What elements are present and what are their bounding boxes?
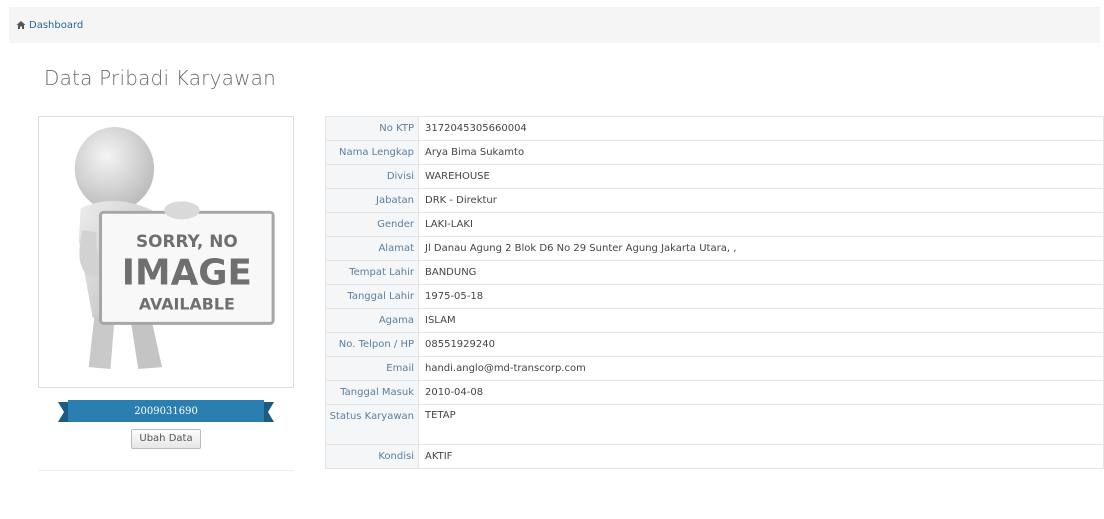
detail-label: Kondisi [325, 444, 419, 469]
employee-details-table: No KTP 3172045305660004 Nama Lengkap Ary… [325, 116, 1104, 469]
detail-label: Nama Lengkap [325, 140, 419, 165]
table-row: Gender LAKI-LAKI [325, 212, 1104, 237]
detail-label: Gender [325, 212, 419, 237]
detail-value: 08551929240 [418, 332, 1104, 357]
table-row: Nama Lengkap Arya Bima Sukamto [325, 140, 1104, 165]
page-title: Data Pribadi Karyawan [44, 66, 276, 90]
detail-label: Tempat Lahir [325, 260, 419, 285]
detail-label: Agama [325, 308, 419, 333]
detail-value: LAKI-LAKI [418, 212, 1104, 237]
table-row: No. Telpon / HP 08551929240 [325, 332, 1104, 357]
table-row: Tempat Lahir BANDUNG [325, 260, 1104, 285]
table-row: Agama ISLAM [325, 308, 1104, 333]
edit-data-button[interactable]: Ubah Data [131, 429, 201, 449]
detail-value: BANDUNG [418, 260, 1104, 285]
detail-value: TETAP [418, 404, 1104, 445]
detail-label: Jabatan [325, 188, 419, 213]
detail-value: handi.anglo@md-transcorp.com [418, 356, 1104, 381]
breadcrumb-dashboard-link[interactable]: Dashboard [29, 20, 83, 31]
detail-value: WAREHOUSE [418, 164, 1104, 189]
breadcrumb: Dashboard [9, 7, 1100, 43]
table-row: Tanggal Lahir 1975-05-18 [325, 284, 1104, 309]
table-row: Kondisi AKTIF [325, 444, 1104, 469]
detail-label: Alamat [325, 236, 419, 261]
table-row: Divisi WAREHOUSE [325, 164, 1104, 189]
detail-value: AKTIF [418, 444, 1104, 469]
detail-label: No. Telpon / HP [325, 332, 419, 357]
table-row: Jabatan DRK - Direktur [325, 188, 1104, 213]
detail-value: 1975-05-18 [418, 284, 1104, 309]
no-image-placeholder: SORRY, NO IMAGE AVAILABLE [74, 127, 275, 370]
detail-value: DRK - Direktur [418, 188, 1104, 213]
detail-value: ISLAM [418, 308, 1104, 333]
home-icon [16, 21, 26, 29]
table-row: No KTP 3172045305660004 [325, 116, 1104, 141]
detail-value: Arya Bima Sukamto [418, 140, 1104, 165]
detail-label: No KTP [325, 116, 419, 141]
placeholder-text-1: SORRY, NO [136, 231, 238, 251]
nik-ribbon: 2009031690 [58, 398, 274, 426]
table-row: Email handi.anglo@md-transcorp.com [325, 356, 1104, 381]
employee-photo: SORRY, NO IMAGE AVAILABLE [38, 116, 294, 388]
employee-nik: 2009031690 [134, 406, 198, 417]
table-row: Tanggal Masuk 2010-04-08 [325, 380, 1104, 405]
detail-label: Email [325, 356, 419, 381]
detail-label: Divisi [325, 164, 419, 189]
detail-label: Status Karyawan [325, 404, 419, 445]
detail-value: Jl Danau Agung 2 Blok D6 No 29 Sunter Ag… [418, 236, 1104, 261]
detail-value: 3172045305660004 [418, 116, 1104, 141]
detail-label: Tanggal Lahir [325, 284, 419, 309]
table-row: Status Karyawan TETAP [325, 404, 1104, 445]
divider [38, 470, 294, 471]
placeholder-text-2: IMAGE [122, 253, 252, 294]
detail-value: 2010-04-08 [418, 380, 1104, 405]
table-row: Alamat Jl Danau Agung 2 Blok D6 No 29 Su… [325, 236, 1104, 261]
placeholder-text-3: AVAILABLE [139, 295, 235, 314]
detail-label: Tanggal Masuk [325, 380, 419, 405]
